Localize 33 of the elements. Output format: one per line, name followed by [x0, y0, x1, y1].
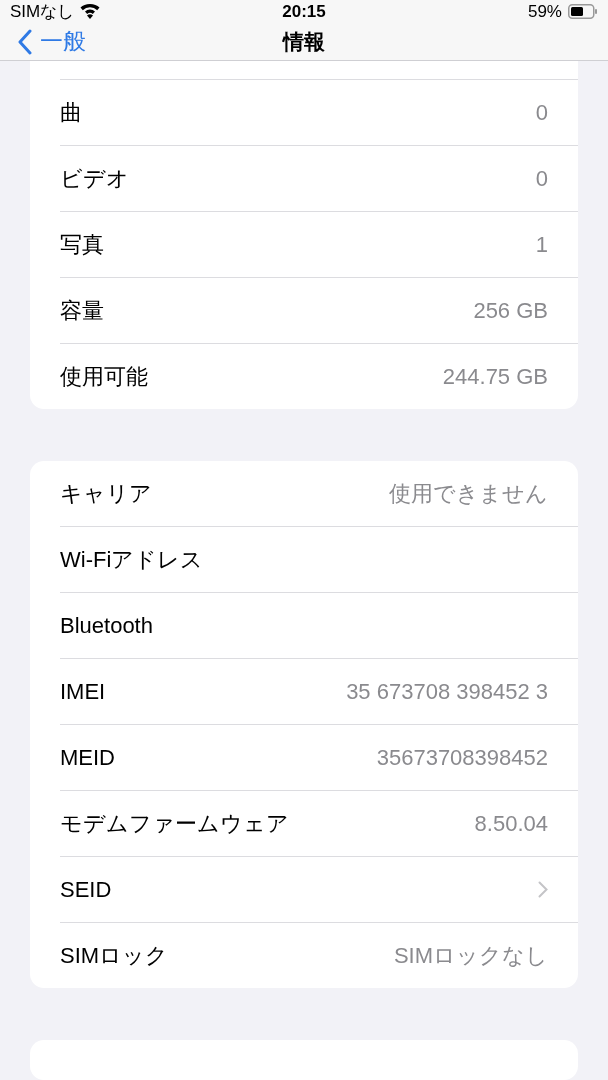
back-label[interactable]: 一般: [40, 26, 86, 57]
row-value: 8.50.04: [474, 810, 548, 837]
battery-percent: 59%: [527, 1, 562, 22]
page-title: 情報: [283, 28, 325, 55]
chevron-left-icon: [18, 28, 32, 55]
row-value: 1: [535, 231, 548, 258]
row-label: Bluetooth: [60, 612, 153, 639]
wifi-icon: [80, 3, 101, 20]
row-value: 244.75 GB: [442, 363, 548, 390]
row-label: 使用可能: [60, 362, 148, 391]
row-value: 使用できません: [389, 479, 548, 508]
row-label: ビデオ: [60, 164, 129, 193]
row-label: モデムファームウェア: [60, 809, 289, 838]
row-label: 写真: [60, 230, 104, 259]
row-value: 35673708398452: [376, 744, 548, 771]
row-label: IMEI: [60, 678, 106, 705]
row-label: SEID: [60, 876, 112, 903]
row-label: 容量: [60, 296, 104, 325]
row-label: Wi-Fiアドレス: [60, 545, 204, 574]
back-button[interactable]: 一般: [0, 26, 86, 57]
battery-icon: [568, 4, 598, 19]
row-value: 0: [535, 99, 548, 126]
row-value: 256 GB: [473, 297, 548, 324]
row-value: 35 673708 398452 3: [346, 678, 548, 705]
row-label: MEID: [60, 744, 115, 771]
row-label: SIMロック: [60, 941, 169, 970]
row-value: 0: [535, 165, 548, 192]
chevron-right-icon[interactable]: [538, 881, 548, 898]
row-label: キャリア: [60, 479, 152, 508]
carrier-text: SIMなし: [10, 1, 75, 23]
row-value: SIMロックなし: [393, 941, 548, 970]
clock-time: 20:15: [282, 1, 326, 22]
row-label: 曲: [60, 98, 82, 127]
